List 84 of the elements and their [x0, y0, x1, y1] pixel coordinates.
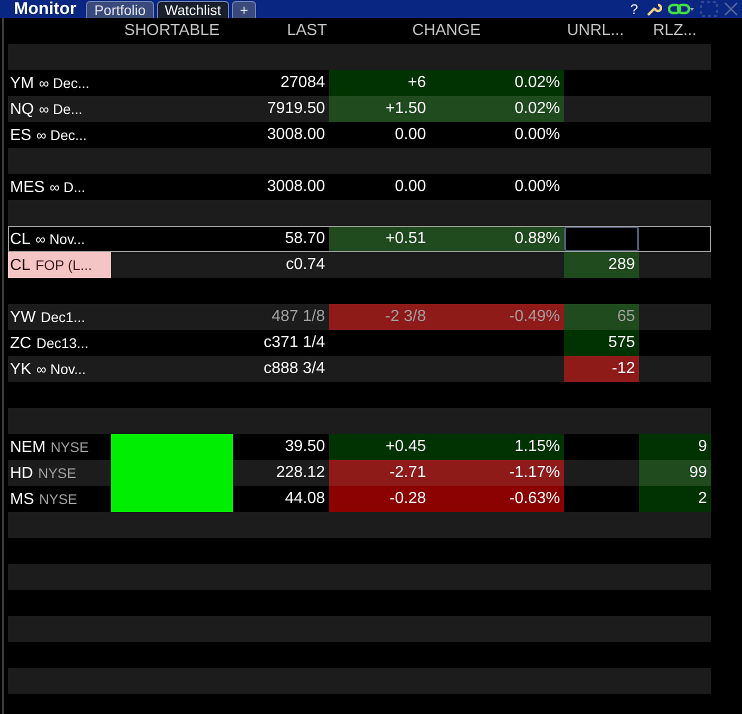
last-price: 27084 — [280, 73, 326, 93]
window-title: Monitor — [14, 0, 76, 18]
unrealized-pnl: 65 — [564, 304, 639, 330]
ticker-symbol: CL — [10, 256, 30, 276]
ticker-symbol: NQ — [10, 100, 34, 120]
change-value: -2 3/8 — [329, 304, 444, 330]
unrealized-pnl: 289 — [564, 252, 639, 278]
change-percent: -0.63% — [444, 486, 564, 512]
ticker-symbol: MES — [10, 178, 45, 198]
last-price: 3008.00 — [266, 125, 326, 145]
wrench-icon[interactable] — [646, 1, 662, 17]
column-header[interactable]: RLZ... — [653, 22, 697, 39]
tab[interactable]: Portfolio — [86, 1, 154, 18]
column-header[interactable]: UNRL... — [567, 22, 624, 39]
last-price: 7919.50 — [266, 99, 326, 119]
realized-pnl: 9 — [639, 434, 711, 460]
change-percent: 0.00% — [514, 125, 561, 145]
tab[interactable]: + — [232, 1, 256, 18]
last-price: c888 3/4 — [262, 359, 326, 379]
change-value: +0.45 — [329, 434, 444, 460]
table-row[interactable]: MS NYSE 44.08 -0.28 -0.63% 2 — [8, 486, 711, 512]
ticker-symbol: YM — [10, 74, 34, 94]
unrealized-pnl: -12 — [564, 356, 639, 382]
change-percent: 0.88% — [444, 226, 564, 252]
last-price: 228.12 — [275, 463, 326, 483]
change-percent: -1.17% — [444, 460, 564, 486]
change-percent: 0.02% — [444, 96, 564, 122]
last-price: c0.74 — [284, 255, 326, 275]
table-row[interactable]: NEM NYSE 39.50 +0.45 1.15% 9 — [8, 434, 711, 460]
realized-pnl: 99 — [639, 460, 711, 486]
column-header[interactable]: CHANGE — [412, 22, 481, 39]
unrealized-pnl: 575 — [564, 330, 639, 356]
change-value: -2.71 — [329, 460, 444, 486]
change-percent: 1.15% — [444, 434, 564, 460]
table-row[interactable]: NQ ∞ De... 7919.50 +1.50 0.02% — [8, 96, 711, 122]
change-value: 0.00 — [394, 125, 427, 145]
column-header[interactable]: LAST — [286, 22, 327, 39]
contract-detail: NYSE — [39, 490, 78, 509]
ticker-symbol: YW — [10, 308, 36, 328]
ticker-symbol: CL — [10, 230, 30, 250]
help-button[interactable]: ? — [628, 0, 640, 18]
table-row[interactable]: HD NYSE 228.12 -2.71 -1.17% 99 — [8, 460, 711, 486]
table-row[interactable]: CL FOP (L... c0.74 289 — [8, 252, 711, 278]
last-price: 3008.00 — [266, 177, 326, 197]
last-price: 39.50 — [284, 437, 326, 457]
ticker-symbol: ES — [10, 126, 32, 146]
table-row[interactable]: CL ∞ Nov... 58.70 +0.51 0.88% — [8, 226, 711, 252]
last-price: 58.70 — [284, 229, 326, 249]
contract-detail: ∞ Dec... — [36, 126, 87, 145]
contract-detail: ∞ Dec... — [39, 74, 90, 93]
ticker-symbol: HD — [10, 464, 34, 484]
contract-detail: NYSE — [50, 438, 89, 457]
ticker-symbol: NEM — [10, 438, 46, 458]
last-price: c371 1/4 — [262, 333, 326, 353]
contract-detail: Dec13... — [36, 334, 88, 353]
close-icon[interactable] — [724, 2, 738, 16]
contract-detail: ∞ Nov... — [35, 230, 85, 249]
change-value: 0.00 — [394, 177, 427, 197]
change-value: -0.28 — [329, 486, 444, 512]
change-percent: 0.02% — [444, 70, 564, 96]
change-value: +0.51 — [329, 226, 444, 252]
realized-pnl: 2 — [639, 486, 711, 512]
contract-detail: ∞ D... — [50, 178, 86, 197]
table-row[interactable]: YW Dec1... 487 1/8 -2 3/8 -0.49% 65 — [8, 304, 711, 330]
focused-cell[interactable] — [564, 226, 639, 252]
maximize-icon[interactable] — [700, 1, 718, 17]
change-percent: -0.49% — [444, 304, 564, 330]
column-header[interactable]: SHORTABLE — [124, 22, 220, 39]
last-price: 44.08 — [284, 489, 326, 509]
change-value: +1.50 — [329, 96, 444, 122]
last-price: 487 1/8 — [270, 307, 326, 327]
ticker-symbol: MS — [10, 490, 34, 510]
contract-detail: Dec1... — [40, 308, 86, 327]
change-percent: 0.00% — [514, 177, 561, 197]
table-row[interactable]: YK ∞ Nov... c888 3/4 -12 — [8, 356, 711, 382]
contract-detail: ∞ De... — [39, 100, 82, 119]
tab[interactable]: Watchlist — [156, 1, 229, 18]
change-value: +6 — [329, 70, 444, 96]
contract-detail: ∞ Nov... — [36, 360, 86, 379]
ticker-symbol: YK — [10, 360, 32, 380]
contract-detail: NYSE — [38, 464, 76, 483]
link-icon[interactable] — [668, 3, 694, 15]
contract-detail: FOP (L... — [35, 256, 92, 275]
ticker-symbol: ZC — [10, 334, 32, 354]
